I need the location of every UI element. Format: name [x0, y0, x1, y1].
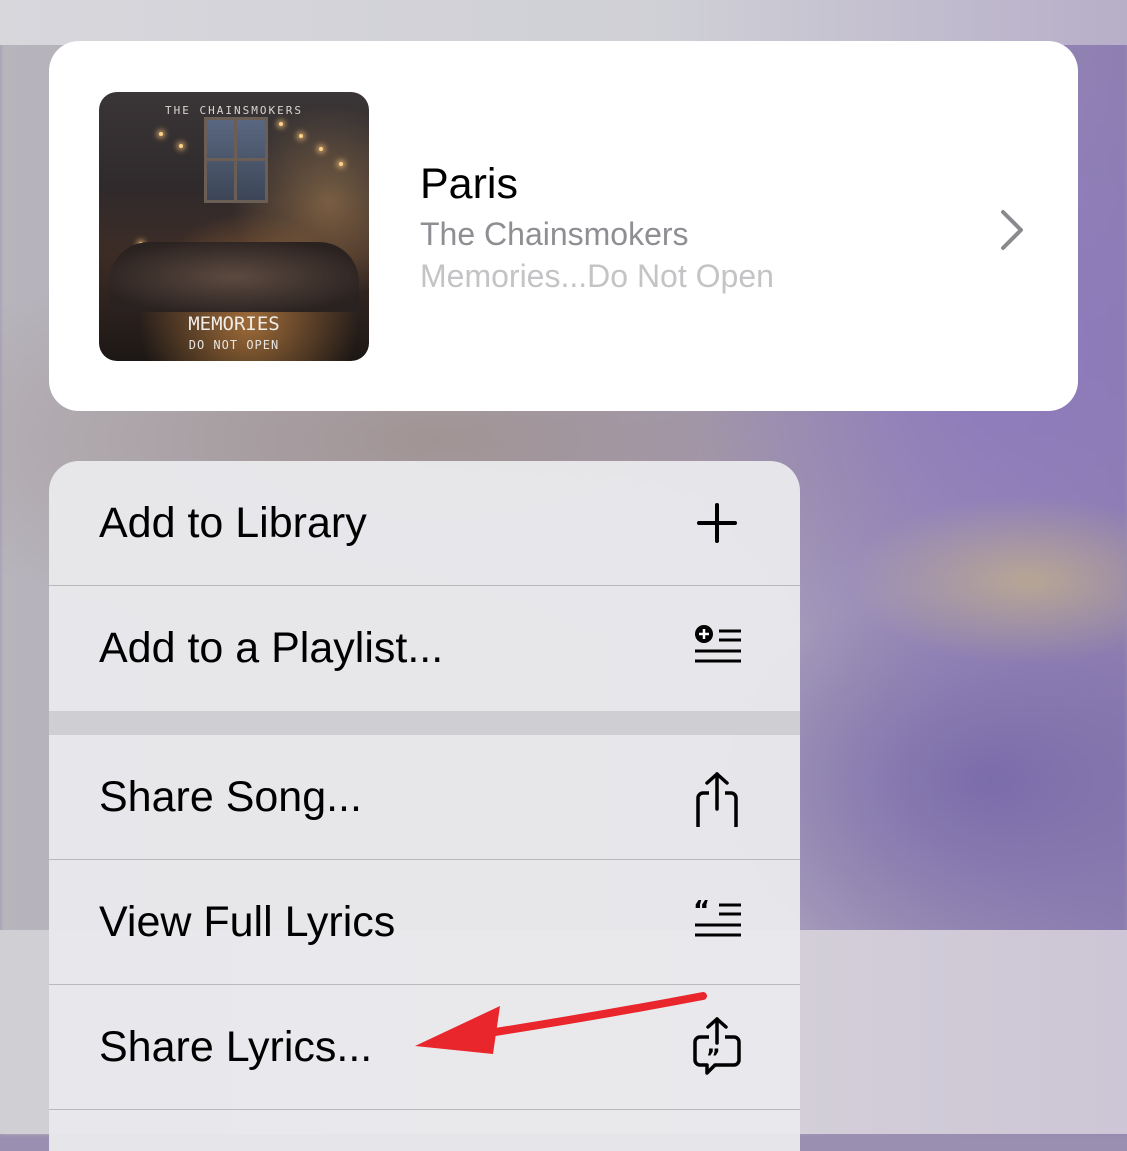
add-to-playlist-icon [695, 625, 741, 663]
song-album: Memories...Do Not Open [420, 258, 774, 294]
artwork-title-text: MEMORIES [188, 313, 280, 335]
svg-text:“: “ [693, 897, 710, 926]
song-artist: The Chainsmokers [420, 216, 689, 252]
menu-item-add-to-library[interactable]: Add to Library [49, 461, 800, 585]
artwork-subtitle-text: DO NOT OPEN [188, 338, 280, 352]
menu-item-label: Share Song... [99, 773, 362, 821]
menu-item-label: View Full Lyrics [99, 898, 396, 946]
share-icon [696, 772, 738, 827]
share-lyrics-icon: ” [693, 1017, 741, 1075]
menu-item-share-song[interactable]: Share Song... [49, 735, 800, 859]
background-top-strip [0, 0, 1127, 45]
lyrics-icon: “ [693, 897, 741, 937]
album-artwork: THE CHAINSMOKERS MEMORIES DO NOT OPEN [99, 92, 369, 361]
menu-item-label: Add to a Playlist... [99, 624, 444, 672]
context-menu: Add to Library Add to a Playlist... Shar… [49, 461, 800, 1151]
menu-item-label: Share Lyrics... [99, 1023, 373, 1071]
song-title: Paris [420, 160, 518, 208]
menu-separator [49, 1109, 800, 1110]
song-preview-card[interactable]: THE CHAINSMOKERS MEMORIES DO NOT OPEN Pa… [49, 41, 1078, 411]
chevron-right-icon[interactable] [995, 206, 1031, 254]
menu-item-label: Add to Library [99, 499, 367, 547]
menu-group-separator [49, 711, 800, 735]
menu-item-add-to-playlist[interactable]: Add to a Playlist... [49, 586, 800, 710]
menu-item-share-lyrics[interactable]: Share Lyrics... ” [49, 985, 800, 1109]
artwork-band-text: THE CHAINSMOKERS [165, 104, 303, 117]
menu-item-view-full-lyrics[interactable]: View Full Lyrics “ [49, 860, 800, 984]
plus-icon [697, 503, 737, 543]
svg-text:”: ” [706, 1046, 720, 1071]
